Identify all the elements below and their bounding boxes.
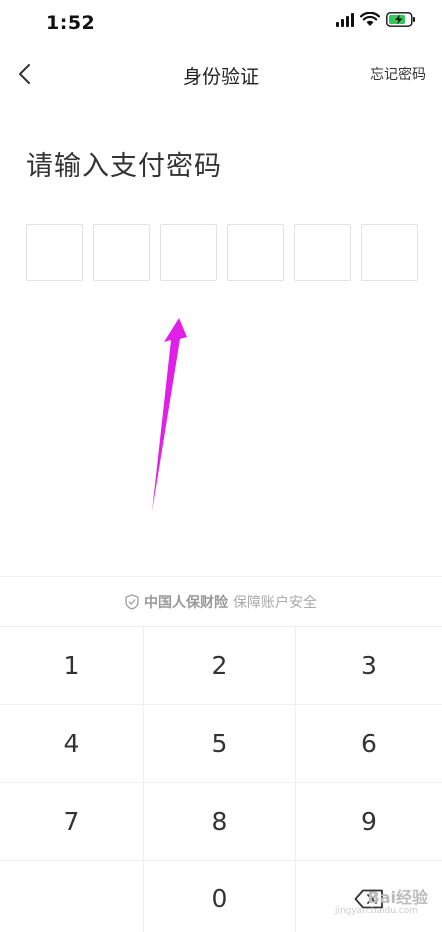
watermark-url: jingyan.baidu.com [334,906,418,916]
pin-digit-box[interactable] [93,224,150,281]
key-4[interactable]: 4 [0,705,144,783]
nav-bar: 身份验证 忘记密码 [0,50,442,98]
security-text: 保障账户安全 [233,594,317,611]
status-bar: 1:52 [0,0,442,46]
page-title: 请输入支付密码 [26,151,222,182]
status-icons [336,12,416,27]
key-6[interactable]: 6 [296,705,442,783]
key-9[interactable]: 9 [296,783,442,861]
pin-digit-box[interactable] [294,224,351,281]
pin-input[interactable] [26,224,418,281]
battery-charging-icon [386,12,416,27]
key-blank [0,861,144,932]
status-time: 1:52 [46,12,96,34]
key-7[interactable]: 7 [0,783,144,861]
key-3[interactable]: 3 [296,627,442,705]
key-1[interactable]: 1 [0,627,144,705]
wifi-icon [360,12,380,27]
pin-digit-box[interactable] [26,224,83,281]
security-brand: 中国人保财险 [144,594,228,611]
security-notice: 中国人保财险 保障账户安全 [0,576,442,626]
pin-digit-box[interactable] [160,224,217,281]
pin-digit-box[interactable] [361,224,418,281]
cellular-signal-icon [336,12,354,27]
forgot-password-link[interactable]: 忘记密码 [370,64,426,84]
shield-check-icon [125,593,139,610]
annotation-arrow-shape [152,318,187,512]
key-2[interactable]: 2 [144,627,296,705]
key-0[interactable]: 0 [144,861,296,932]
pin-digit-box[interactable] [227,224,284,281]
key-8[interactable]: 8 [144,783,296,861]
watermark: Bai经验 [367,888,428,907]
key-5[interactable]: 5 [144,705,296,783]
